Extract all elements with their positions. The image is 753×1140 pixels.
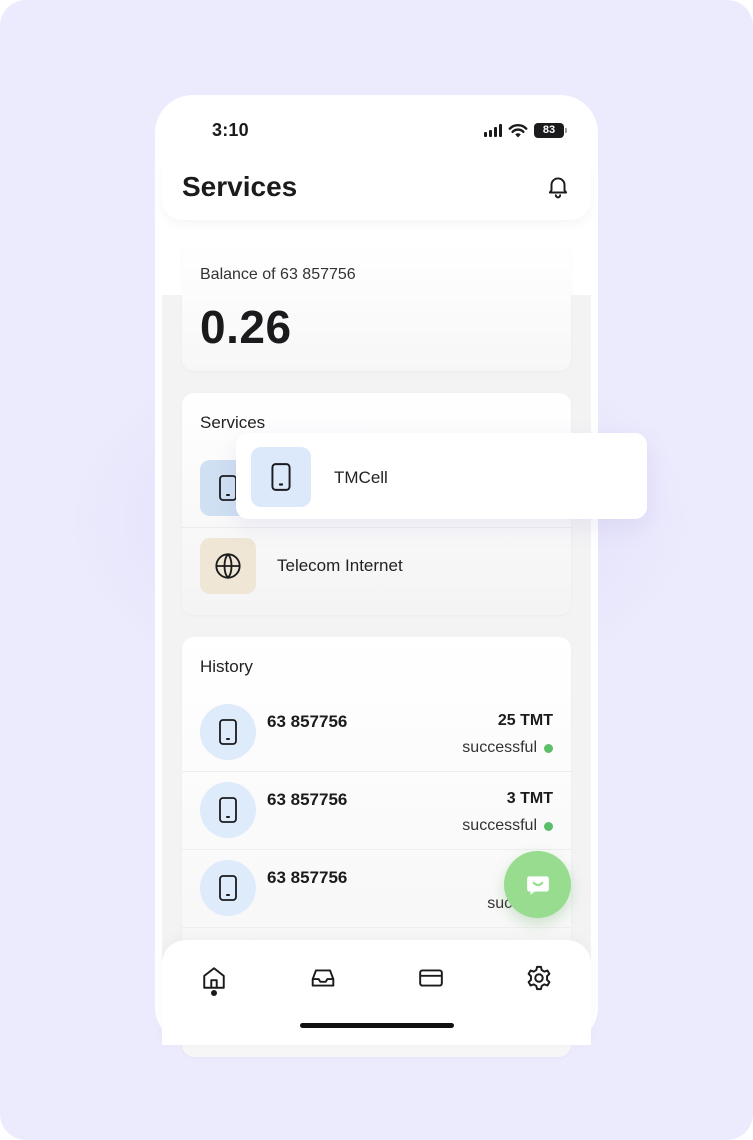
status-dot-icon <box>544 743 553 753</box>
status-bar: 3:10 83 <box>155 95 598 165</box>
app-canvas: 3:10 83 Services Balance of 63 857756 0.… <box>0 0 753 1140</box>
status-text: successful <box>462 817 537 834</box>
status-dot-icon <box>544 821 553 831</box>
phone-icon <box>251 447 311 507</box>
status-text: successful <box>462 739 537 756</box>
tab-settings[interactable] <box>517 956 561 1000</box>
history-item[interactable]: 63 857756 3 TMT successful <box>182 772 571 850</box>
service-label: Telecom Internet <box>277 556 403 575</box>
history-status: successful <box>462 739 553 757</box>
tab-inbox[interactable] <box>301 956 345 1000</box>
chat-button[interactable] <box>504 851 571 918</box>
dragged-service-item-tmcell[interactable]: TMCell <box>236 433 647 519</box>
phone-icon <box>200 860 256 916</box>
service-item-telecom-internet[interactable]: Telecom Internet <box>182 527 571 605</box>
tab-cards[interactable] <box>409 956 453 1000</box>
history-number: 63 857756 <box>267 868 348 887</box>
phone-icon <box>200 704 256 760</box>
history-amount: 3 TMT <box>506 790 553 807</box>
wifi-icon <box>508 123 528 137</box>
globe-icon <box>200 538 256 594</box>
card-icon <box>419 969 443 987</box>
balance-card[interactable]: Balance of 63 857756 0.26 <box>182 242 571 371</box>
history-status: successful <box>462 817 553 835</box>
balance-value: 0.26 <box>200 301 292 353</box>
service-label: TMCell <box>334 468 388 487</box>
history-label: History <box>200 657 253 676</box>
home-indicator <box>300 1023 454 1028</box>
signal-icon <box>484 123 502 137</box>
history-amount: 25 TMT <box>497 712 553 729</box>
history-number: 63 857756 <box>267 790 348 809</box>
services-label: Services <box>200 413 266 432</box>
bell-icon[interactable] <box>545 173 571 199</box>
phone-icon <box>200 782 256 838</box>
home-icon <box>203 967 225 989</box>
page-title: Services <box>182 171 298 202</box>
settings-icon <box>527 965 551 991</box>
history-item[interactable]: 63 857756 25 TMT successful <box>182 694 571 772</box>
active-tab-indicator <box>211 990 217 996</box>
battery-icon: 83 <box>534 122 567 138</box>
status-time: 3:10 <box>212 120 249 140</box>
app-header: Services <box>162 165 591 220</box>
balance-label: Balance of 63 857756 <box>200 266 356 283</box>
history-number: 63 857756 <box>267 712 348 731</box>
tab-bar <box>162 940 591 1045</box>
status-icons: 83 <box>484 122 567 138</box>
chat-icon <box>526 875 549 895</box>
inbox-icon <box>311 969 335 987</box>
